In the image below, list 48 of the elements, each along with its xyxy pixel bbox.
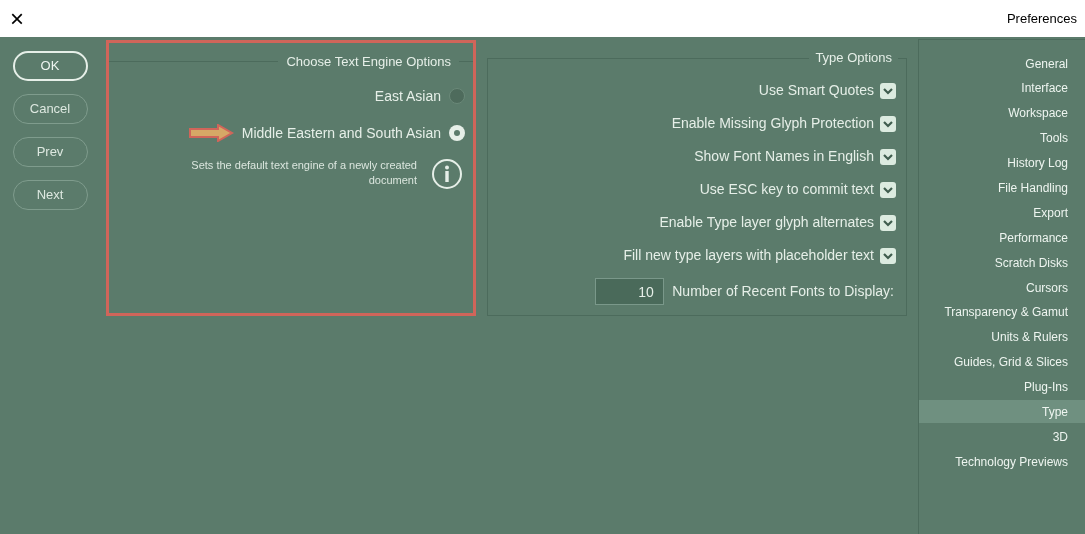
sidebar-item[interactable]: History Log xyxy=(919,151,1085,175)
checkmark-icon xyxy=(883,152,893,161)
sidebar-item[interactable]: Technology Previews xyxy=(919,450,1085,474)
sidebar-item[interactable]: Transparency & Gamut xyxy=(919,300,1085,324)
checkmark-icon xyxy=(883,251,893,260)
checkmark-icon xyxy=(883,119,893,128)
sidebar-item[interactable]: Cursors xyxy=(919,276,1085,299)
number-field[interactable]: 10 xyxy=(595,278,665,305)
sidebar-item[interactable]: Interface xyxy=(919,76,1085,100)
radio-label: Middle Eastern and South Asian xyxy=(241,123,441,143)
sidebar-item[interactable]: Workspace xyxy=(919,101,1085,125)
checkbox-label: Show Font Names in English xyxy=(694,147,874,166)
window-title: Preferences xyxy=(1006,9,1077,28)
checkbox[interactable] xyxy=(880,148,896,165)
checkbox[interactable] xyxy=(880,181,896,198)
checkbox[interactable] xyxy=(880,115,896,132)
radio-button[interactable] xyxy=(449,88,465,104)
sidebar-item[interactable]: File Handling xyxy=(919,176,1085,200)
sidebar-item[interactable]: Plug-Ins xyxy=(919,375,1085,399)
checkbox[interactable] xyxy=(880,214,896,231)
checkmark-icon xyxy=(883,185,893,194)
section-title: Choose Text Engine Options xyxy=(285,53,452,71)
radio-button[interactable] xyxy=(449,125,465,141)
sidebar-item[interactable]: Tools xyxy=(919,126,1085,150)
sidebar-item[interactable]: Scratch Disks xyxy=(919,251,1085,275)
sidebar-item[interactable]: 3D xyxy=(919,425,1085,449)
info-icon xyxy=(431,157,463,190)
checkbox[interactable] xyxy=(880,82,896,99)
sidebar-item[interactable]: Guides, Grid & Slices xyxy=(919,350,1085,374)
checkbox[interactable] xyxy=(880,247,896,264)
checkbox-label: Enable Missing Glyph Protection xyxy=(671,114,874,133)
sidebar-item[interactable]: Type xyxy=(919,400,1085,424)
close-button[interactable]: × xyxy=(10,6,24,31)
checkbox-label: Fill new type layers with placeholder text xyxy=(623,246,874,265)
info-text: Sets the default text engine of a newly created document xyxy=(190,157,417,188)
checkbox-label: Use Smart Quotes xyxy=(758,81,874,100)
sidebar-item[interactable]: General xyxy=(919,52,1085,75)
sidebar-item[interactable]: Export xyxy=(919,201,1085,225)
checkmark-icon xyxy=(883,86,893,95)
sidebar-item[interactable]: Units & Rulers xyxy=(919,325,1085,349)
checkmark-icon xyxy=(883,218,893,227)
checkbox-label: Enable Type layer glyph alternates xyxy=(659,213,874,232)
section-title: Type Options xyxy=(809,50,898,66)
checkbox-label: Use ESC key to commit text xyxy=(699,180,874,199)
radio-label: East Asian xyxy=(374,86,441,106)
sidebar-item[interactable]: Performance xyxy=(919,226,1085,250)
dialog-button[interactable]: OK xyxy=(12,51,88,81)
field-label: Number of Recent Fonts to Display: xyxy=(672,282,894,301)
